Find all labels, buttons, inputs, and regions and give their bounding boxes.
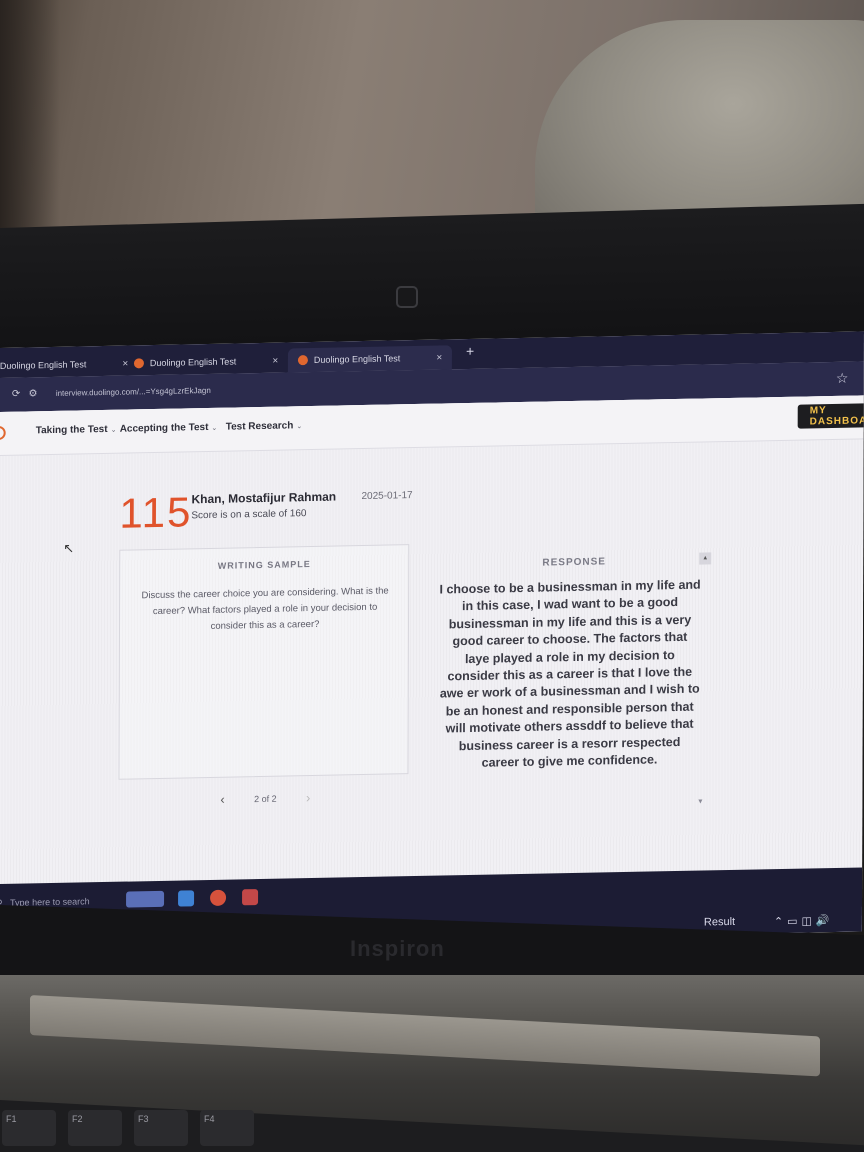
- key-f2[interactable]: F2: [68, 1110, 122, 1146]
- bookmark-star-icon[interactable]: ☆: [836, 370, 849, 387]
- site-info-icon[interactable]: ⟳ ⚙: [12, 388, 38, 399]
- logo-ring-icon: [0, 425, 6, 441]
- key-f4[interactable]: F4: [200, 1110, 254, 1146]
- nav-accepting-the-test[interactable]: Accepting the Test ⌄: [120, 422, 218, 435]
- pager-label: 2 of 2: [254, 793, 277, 804]
- scroll-up-icon[interactable]: ▴: [699, 552, 712, 565]
- nav-label: Taking the Test: [35, 423, 108, 437]
- response-heading: RESPONSE: [542, 556, 607, 569]
- response-text: I choose to be a businessman in my life …: [439, 577, 701, 770]
- browser-tab-2[interactable]: Duolingo English Test ×: [133, 349, 278, 376]
- sample-pager: ‹ 2 of 2 ›: [220, 790, 310, 807]
- tab-label: Duolingo English Test: [149, 356, 237, 369]
- app-icon[interactable]: [242, 889, 259, 906]
- candidate-name: Khan, Mostafijur Rahman: [191, 489, 337, 507]
- writing-sample-card: WRITING SAMPLE Discuss the career choice…: [118, 544, 410, 780]
- key-f3[interactable]: F3: [134, 1110, 188, 1146]
- webcam-icon: [396, 286, 418, 308]
- key-f1[interactable]: F1: [2, 1110, 56, 1146]
- duolingo-favicon-icon: [297, 355, 308, 366]
- chevron-down-icon: ⌄: [211, 424, 218, 432]
- chrome-icon[interactable]: [210, 889, 227, 906]
- new-tab-button[interactable]: +: [466, 343, 474, 359]
- laptop-screen: Duolingo English Test × Duolingo English…: [0, 331, 864, 949]
- chevron-down-icon: ⌄: [296, 423, 303, 431]
- writing-sample-heading: WRITING SAMPLE: [217, 559, 311, 571]
- tab-close-icon[interactable]: ×: [436, 352, 442, 363]
- previous-sample-button[interactable]: ‹: [220, 792, 224, 807]
- my-dashboard-button[interactable]: MY DASHBOARD: [797, 403, 864, 429]
- widgets-icon[interactable]: [126, 890, 165, 908]
- laptop-brand-logo: Inspiron: [350, 936, 445, 961]
- browser-tab-1[interactable]: Duolingo English Test ×: [0, 352, 128, 378]
- edge-icon[interactable]: [178, 890, 195, 907]
- browser-tab-3-active[interactable]: Duolingo English Test ×: [287, 345, 453, 373]
- taskbar-result-label[interactable]: Result: [704, 916, 735, 929]
- nav-test-research[interactable]: Test Research ⌄: [226, 420, 303, 432]
- scroll-down-icon[interactable]: ▾: [698, 797, 702, 806]
- tab-close-icon[interactable]: ×: [122, 358, 128, 369]
- system-tray-icons[interactable]: ⌃▭◫🔊: [774, 914, 834, 928]
- test-date: 2025-01-17: [361, 490, 413, 503]
- tab-label: Duolingo English Test: [0, 359, 87, 372]
- url-field[interactable]: interview.duolingo.com/...=Ysg4gLzrEkJag…: [56, 386, 211, 398]
- writing-prompt: Discuss the career choice you are consid…: [141, 585, 389, 632]
- chevron-down-icon: ⌄: [110, 426, 117, 434]
- nav-label: Test Research: [225, 420, 294, 433]
- score-scale-note: Score is on a scale of 160: [191, 508, 307, 522]
- next-sample-button[interactable]: ›: [306, 790, 310, 805]
- mouse-cursor-icon: ↖: [63, 540, 75, 556]
- overall-score: 115: [119, 488, 193, 537]
- nav-taking-the-test[interactable]: Taking the Test ⌄: [35, 423, 117, 437]
- tab-label: Duolingo English Test: [313, 353, 401, 365]
- duolingo-results-page: Taking the Test ⌄ Accepting the Test ⌄ Tes…: [0, 395, 864, 949]
- nav-label: Accepting the Test: [119, 421, 209, 435]
- duolingo-favicon-icon: [133, 358, 144, 369]
- tab-close-icon[interactable]: ×: [272, 355, 278, 366]
